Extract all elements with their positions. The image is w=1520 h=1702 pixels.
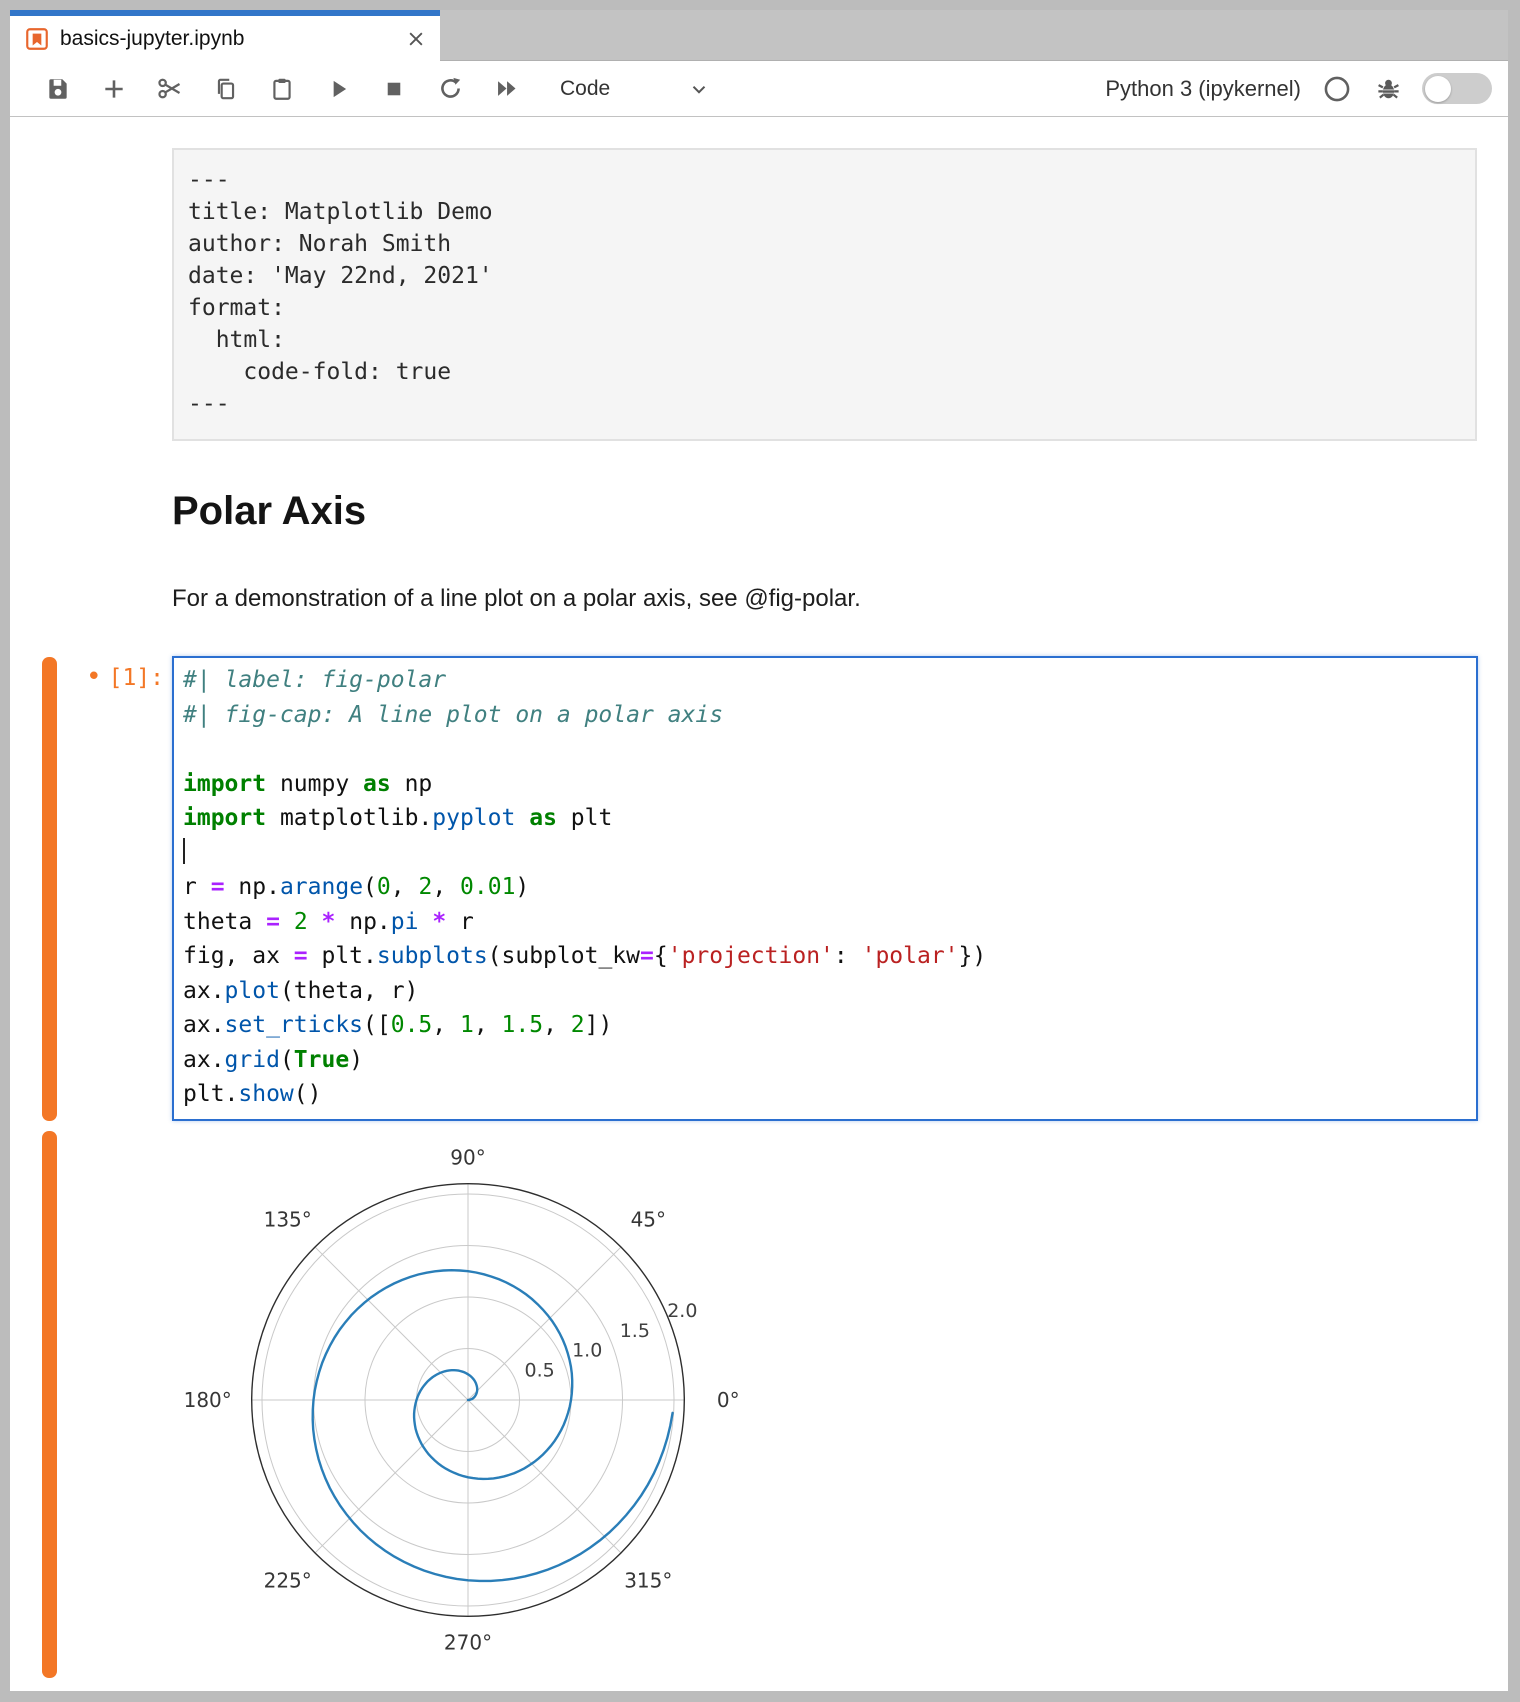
notebook-content: ---title: Matplotlib Demoauthor: Norah S… [10,117,1508,1691]
markdown-heading: Polar Axis [172,489,366,534]
paste-cells-button[interactable] [262,69,302,109]
code-cell-editor[interactable]: #| label: fig-polar#| fig-cap: A line pl… [172,656,1478,1121]
stop-kernel-button[interactable] [374,69,414,109]
execution-count: [1]: [109,665,164,691]
save-button[interactable] [38,69,78,109]
kernel-status-icon[interactable] [1323,75,1351,103]
chevron-down-icon [688,78,710,100]
output-cell-collapser[interactable] [42,1131,57,1678]
svg-text:135°: 135° [264,1208,312,1232]
debugger-bug-icon[interactable] [1375,75,1402,102]
restart-icon [437,75,464,102]
add-cell-button[interactable] [94,69,134,109]
notebook-tab[interactable]: basics-jupyter.ipynb [10,10,440,61]
notebook-toolbar: Code Python 3 (ipykernel) [10,61,1508,117]
code-cell-text: #| label: fig-polar#| fig-cap: A line pl… [183,663,1476,1112]
svg-text:90°: 90° [450,1146,485,1170]
svg-text:0.5: 0.5 [524,1359,554,1381]
svg-text:0°: 0° [717,1388,740,1412]
svg-text:315°: 315° [624,1568,672,1592]
svg-text:225°: 225° [264,1568,312,1592]
jupyterlab-window: basics-jupyter.ipynb [0,0,1520,1702]
run-all-button[interactable] [486,69,526,109]
tab-title: basics-jupyter.ipynb [60,27,244,51]
fast-forward-icon [493,75,520,102]
svg-text:1.5: 1.5 [620,1320,650,1342]
markdown-paragraph: For a demonstration of a line plot on a … [172,585,861,613]
save-icon [45,76,71,102]
cut-cells-button[interactable] [150,69,190,109]
tabbar-empty-area [440,10,1508,61]
text-cursor [183,838,185,864]
kernel-name[interactable]: Python 3 (ipykernel) [1105,76,1301,102]
svg-text:270°: 270° [444,1630,492,1654]
code-cell-collapser[interactable] [42,657,57,1121]
cut-scissors-icon [157,75,184,102]
simple-mode-toggle[interactable] [1422,73,1492,104]
cell-type-dropdown[interactable]: Code [554,77,716,101]
run-icon [325,76,351,102]
raw-cell-text: ---title: Matplotlib Demoauthor: Norah S… [188,164,1475,420]
cell-modified-dot: • [86,662,102,692]
svg-text:2.0: 2.0 [667,1300,697,1322]
notebook-file-icon [24,26,50,52]
stop-icon [381,76,407,102]
svg-text:45°: 45° [631,1208,666,1232]
tab-close-icon[interactable] [406,29,426,49]
svg-text:180°: 180° [184,1388,232,1412]
restart-kernel-button[interactable] [430,69,470,109]
run-cell-button[interactable] [318,69,358,109]
paste-clipboard-icon [269,76,295,102]
cell-type-value: Code [560,77,610,101]
add-icon [101,76,127,102]
execution-prompt: • [1]: [26,660,164,696]
raw-cell-editor[interactable]: ---title: Matplotlib Demoauthor: Norah S… [172,148,1477,441]
polar-plot-output: 0.5 1.0 1.5 2.0 0° 45° 90° 135° 180° 225° 270° 315° [150,1135,790,1675]
copy-icon [213,76,239,102]
svg-text:1.0: 1.0 [572,1340,602,1362]
toggle-knob [1425,76,1451,102]
copy-cells-button[interactable] [206,69,246,109]
